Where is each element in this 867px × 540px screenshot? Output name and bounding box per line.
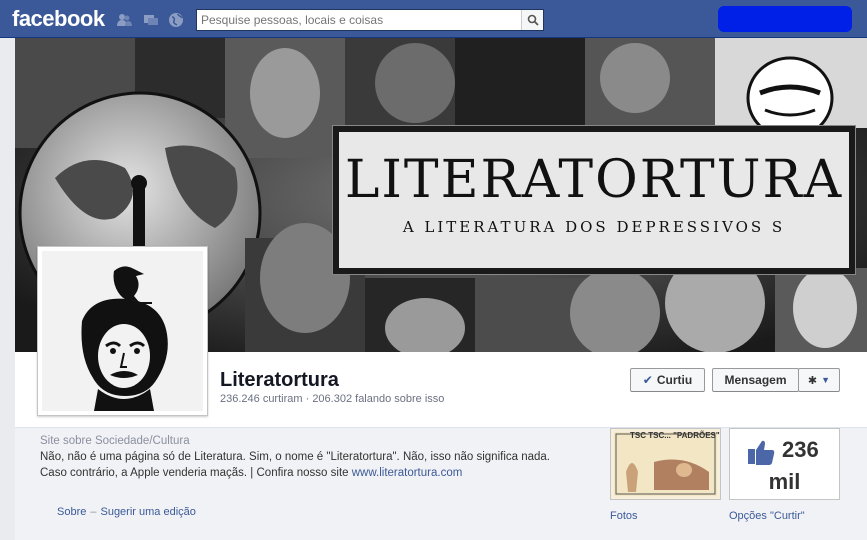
likes-unit: mil <box>768 469 801 494</box>
search-input[interactable] <box>197 10 517 30</box>
top-navigation-bar: facebook <box>0 0 867 38</box>
about-description: Não, não é uma página só de Literatura. … <box>40 449 560 481</box>
cover-subtitle: A LITERATURA DOS DEPRESSIVOS S <box>402 218 786 236</box>
message-button-label: Mensagem <box>724 373 787 387</box>
thumbs-up-icon <box>748 439 776 468</box>
liked-button[interactable]: ✔ Curtiu <box>630 368 705 392</box>
profile-image <box>42 251 203 411</box>
search-button[interactable] <box>521 10 543 30</box>
liked-button-label: Curtiu <box>656 373 693 387</box>
about-section: Site sobre Sociedade/Cultura Não, não é … <box>40 433 560 481</box>
about-links: Sobre – Sugerir uma edição <box>57 506 196 518</box>
profile-picture[interactable] <box>37 246 208 416</box>
page-title[interactable]: Literatortura <box>220 369 339 392</box>
checkmark-icon: ✔ <box>642 373 653 387</box>
facebook-logo[interactable]: facebook <box>12 6 105 32</box>
likes-thumbnail[interactable]: 236 mil <box>729 428 840 500</box>
website-link[interactable]: www.literatortura.com <box>352 467 463 479</box>
page-options-button[interactable]: ✱ ▼ <box>798 368 840 392</box>
raven-portrait-illustration <box>42 251 203 411</box>
gear-icon: ✱ <box>807 374 818 387</box>
likes-count: 236 <box>782 437 819 462</box>
about-link[interactable]: Sobre <box>57 506 86 518</box>
cover-title: LITERATORTURA <box>344 150 844 210</box>
suggest-edit-link[interactable]: Sugerir uma edição <box>100 506 195 518</box>
about-text: Não, não é uma página só de Literatura. … <box>40 451 550 479</box>
about-separator: – <box>90 506 97 518</box>
page-stats: 236.246 curtiram · 206.302 falando sobre… <box>220 393 445 405</box>
search-icon <box>527 14 539 26</box>
cover-title-panel: LITERATORTURA A LITERATURA DOS DEPRESSIV… <box>332 125 856 275</box>
redacted-user-name[interactable] <box>718 6 852 32</box>
photos-label[interactable]: Fotos <box>610 510 638 522</box>
messages-icon[interactable] <box>143 12 159 28</box>
message-button[interactable]: Mensagem <box>712 368 799 392</box>
likes-options-label[interactable]: Opções "Curtir" <box>729 510 805 522</box>
photos-caption: TSC TSC... "PADRÕES" <box>630 431 720 440</box>
search-box <box>196 9 544 31</box>
comic-thumbnail-image <box>614 432 717 496</box>
chevron-down-icon: ▼ <box>821 375 831 385</box>
notifications-globe-icon[interactable] <box>168 12 184 28</box>
page-category[interactable]: Site sobre Sociedade/Cultura <box>40 433 560 449</box>
friend-requests-icon[interactable] <box>116 12 132 28</box>
